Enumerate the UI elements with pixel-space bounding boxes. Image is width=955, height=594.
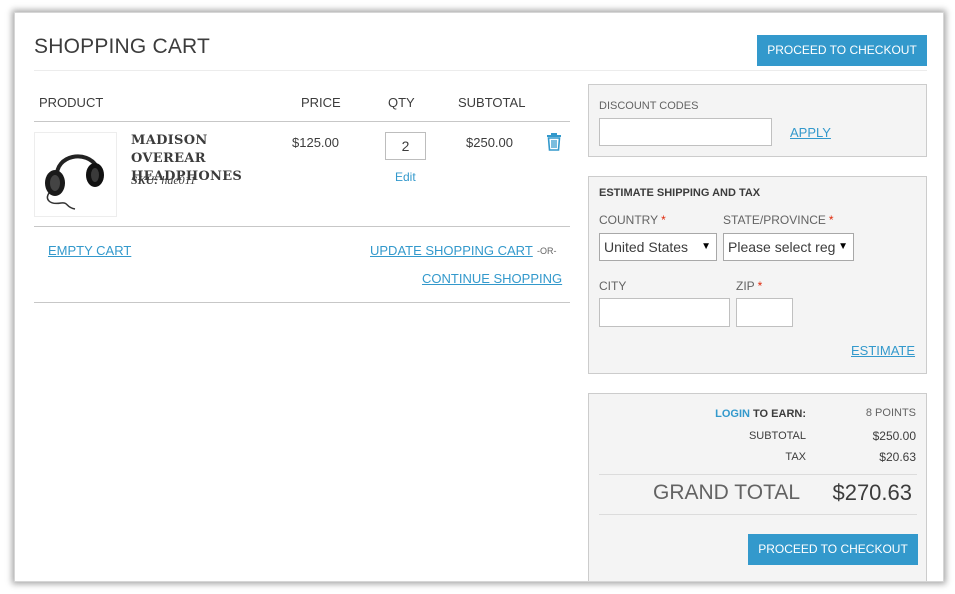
country-select[interactable]: United States ▼ [599,233,717,261]
column-header-subtotal: Subtotal [458,95,526,110]
country-select-value: United States [604,239,689,255]
apply-discount-link[interactable]: Apply [790,125,831,140]
actions-divider [34,302,570,303]
estimate-shipping-panel: Estimate Shipping and Tax Country * Unite… [588,176,927,374]
column-header-price: Price [301,95,341,110]
item-subtotal: $250.00 [466,135,513,150]
to-earn-label: to earn: [753,408,806,420]
subtotal-value: $250.00 [872,429,916,443]
or-separator: -or- [537,246,557,256]
totals-panel: Login to earn: 8 Points Subtotal $250.00… [588,393,927,581]
column-header-qty: Qty [388,95,415,110]
discount-panel: Discount Codes Apply [588,84,927,157]
quantity-input[interactable] [385,132,426,160]
sku-value: hde011 [161,173,196,187]
cart-page: Shopping Cart Proceed to Checkout Produc… [14,12,944,582]
estimate-shipping-title: Estimate Shipping and Tax [599,187,761,199]
grand-total-label: Grand Total [653,481,801,504]
item-price: $125.00 [292,135,339,150]
zip-label-text: Zip [736,279,755,293]
state-label: State/Province * [723,213,834,227]
required-asterisk: * [661,213,666,227]
city-input[interactable] [599,298,730,327]
page-title: Shopping Cart [34,35,211,58]
row-divider [34,226,570,227]
sku-label: SKU: [131,173,159,187]
title-divider [34,70,927,71]
zip-input[interactable] [736,298,793,327]
state-select[interactable]: Please select reg ▼ [723,233,854,261]
login-link[interactable]: Login [715,408,750,420]
empty-cart-link[interactable]: Empty Cart [48,243,131,258]
proceed-to-checkout-bottom-button[interactable]: Proceed to Checkout [748,534,918,565]
tax-value: $20.63 [879,450,916,464]
required-asterisk: * [757,279,763,293]
discount-code-input[interactable] [599,118,772,146]
product-sku: SKU: hde011 [131,173,196,188]
grand-total-divider [599,514,917,515]
edit-item-link[interactable]: Edit [395,170,416,184]
country-label-text: Country [599,213,659,227]
headphones-image [45,154,104,210]
login-to-earn: Login to earn: [715,408,806,420]
totals-divider [599,474,917,475]
reward-points: 8 Points [865,407,916,419]
city-label: City [599,279,627,293]
dropdown-arrow-icon: ▼ [701,241,711,252]
trash-icon[interactable] [546,133,562,151]
column-header-product: Product [39,95,104,110]
header-divider [34,121,570,122]
grand-total-value: $270.63 [832,480,912,505]
estimate-link[interactable]: Estimate [851,343,915,358]
product-thumbnail[interactable] [34,132,117,217]
state-label-text: State/Province [723,213,826,227]
subtotal-label: Subtotal [748,430,806,442]
discount-label: Discount Codes [599,100,699,112]
country-label: Country * [599,213,666,227]
zip-label: Zip * [736,279,762,293]
dropdown-arrow-icon: ▼ [838,241,848,252]
continue-shopping-link[interactable]: Continue Shopping [422,271,562,286]
tax-label: Tax [785,451,806,463]
proceed-to-checkout-top-button[interactable]: Proceed to Checkout [757,35,927,66]
state-select-value: Please select reg [728,239,836,255]
update-shopping-cart-link[interactable]: Update Shopping Cart [370,243,533,258]
required-asterisk: * [828,213,834,227]
